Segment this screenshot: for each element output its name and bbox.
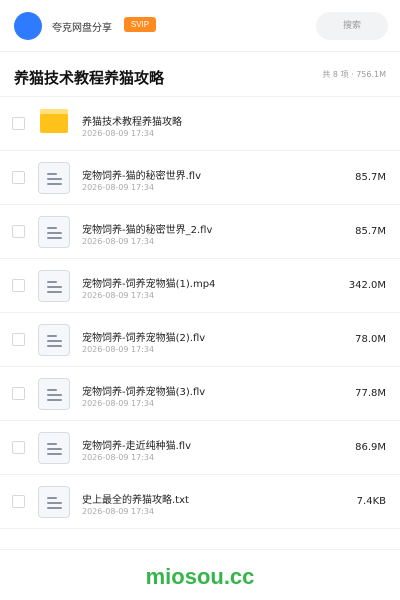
footer-divider (0, 549, 400, 550)
file-icon (38, 162, 70, 194)
list-item[interactable]: 宠物饲养-饲养宠物猫(3).flv 2026-08-09 17:34 77.8M (0, 367, 400, 421)
file-date: 2026-08-09 17:34 (82, 507, 155, 516)
file-name: 史上最全的养猫攻略.txt (82, 495, 189, 506)
file-date: 2026-08-09 17:34 (82, 291, 155, 300)
select-checkbox[interactable] (12, 387, 25, 400)
list-item[interactable]: 宠物饲养-走近纯种猫.flv 2026-08-09 17:34 86.9M (0, 421, 400, 475)
list-item[interactable]: 宠物饲养-猫的秘密世界.flv 2026-08-09 17:34 85.7M (0, 151, 400, 205)
search-input[interactable]: 搜索 (316, 12, 388, 40)
file-size: 77.8M (355, 388, 386, 399)
file-date: 2026-08-09 17:34 (82, 129, 155, 138)
file-icon (38, 270, 70, 302)
file-size: 85.7M (355, 226, 386, 237)
file-size: 7.4KB (356, 496, 386, 507)
select-checkbox[interactable] (12, 495, 25, 508)
header-bar: 夸克网盘分享 SVIP 搜索 (0, 0, 400, 52)
file-list: 养猫技术教程养猫攻略 2026-08-09 17:34 宠物饲养-猫的秘密世界.… (0, 97, 400, 529)
file-size: 78.0M (355, 334, 386, 345)
svip-badge: SVIP (124, 17, 156, 32)
file-name: 养猫技术教程养猫攻略 (82, 117, 182, 128)
file-date: 2026-08-09 17:34 (82, 183, 155, 192)
select-checkbox[interactable] (12, 279, 25, 292)
list-item[interactable]: 宠物饲养-饲养宠物猫(2).flv 2026-08-09 17:34 78.0M (0, 313, 400, 367)
file-date: 2026-08-09 17:34 (82, 345, 155, 354)
select-checkbox[interactable] (12, 441, 25, 454)
select-checkbox[interactable] (12, 225, 25, 238)
list-item[interactable]: 宠物饲养-饲养宠物猫(1).mp4 2026-08-09 17:34 342.0… (0, 259, 400, 313)
file-date: 2026-08-09 17:34 (82, 453, 155, 462)
file-name: 宠物饲养-饲养宠物猫(1).mp4 (82, 279, 216, 290)
item-summary: 共 8 项 · 756.1M (322, 70, 386, 79)
list-item[interactable]: 史上最全的养猫攻略.txt 2026-08-09 17:34 7.4KB (0, 475, 400, 529)
file-date: 2026-08-09 17:34 (82, 399, 155, 408)
file-size: 342.0M (348, 280, 386, 291)
file-icon (38, 324, 70, 356)
file-size: 85.7M (355, 172, 386, 183)
file-size: 86.9M (355, 442, 386, 453)
select-checkbox[interactable] (12, 171, 25, 184)
watermark-text: miosou.cc (145, 564, 255, 589)
file-name: 宠物饲养-走近纯种猫.flv (82, 441, 192, 452)
file-date: 2026-08-09 17:34 (82, 237, 155, 246)
file-icon (38, 378, 70, 410)
file-name: 宠物饲养-饲养宠物猫(3).flv (82, 387, 206, 398)
list-item[interactable]: 养猫技术教程养猫攻略 2026-08-09 17:34 (0, 97, 400, 151)
file-name: 宠物饲养-猫的秘密世界.flv (82, 171, 202, 182)
list-item[interactable]: 宠物饲养-猫的秘密世界_2.flv 2026-08-09 17:34 85.7M (0, 205, 400, 259)
app-name: 夸克网盘分享 (52, 23, 112, 34)
avatar[interactable] (14, 12, 42, 40)
page-title: 养猫技术教程养猫攻略 (14, 69, 165, 87)
select-checkbox[interactable] (12, 117, 25, 130)
file-icon (38, 216, 70, 248)
file-icon (38, 432, 70, 464)
file-name: 宠物饲养-猫的秘密世界_2.flv (82, 225, 213, 236)
file-icon (38, 486, 70, 518)
title-bar: 养猫技术教程养猫攻略 共 8 项 · 756.1M (0, 53, 400, 97)
file-name: 宠物饲养-饲养宠物猫(2).flv (82, 333, 206, 344)
folder-icon (40, 109, 68, 133)
select-checkbox[interactable] (12, 333, 25, 346)
